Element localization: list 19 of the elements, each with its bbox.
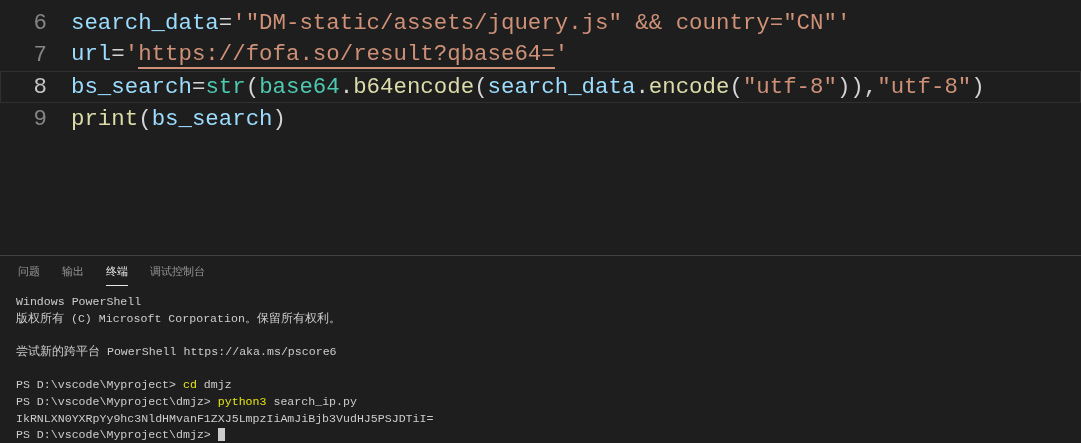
code-text: print(bs_search) [71,106,286,132]
code-text: search_data='"DM-static/assets/jquery.js" && country="CN"' [71,10,851,36]
panel-tab[interactable]: 问题 [18,263,40,286]
terminal-line: PS D:\vscode\Myproject\dmjz> [16,428,212,442]
line-number: 9 [32,106,48,132]
line-number: 6 [32,10,48,36]
panel-tab[interactable]: 输出 [62,263,84,286]
panel-tab[interactable]: 调试控制台 [150,263,205,286]
terminal-line: 版权所有 (C) Microsoft Corporation。保留所有权利。 [16,311,341,327]
line-number: 7 [32,42,48,68]
terminal-line: PS D:\vscode\Myproject\dmjz> python3 search_ip.py [16,395,357,408]
code-text: bs_search=str(base64.b64encode(search_data.encode("utf-8")),"utf-8") [71,74,985,100]
terminal-line: 尝试新的跨平台 PowerShell https://aka.ms/pscore6 [16,344,337,360]
terminal-line: Windows PowerShell [16,295,142,309]
terminal-line: IkRNLXN0YXRpYy9hc3NldHMvanF1ZXJ5LmpzIiAmJiBjb3VudHJ5PSJDTiI= [16,411,434,425]
code-text: url='https://fofa.so/result?qbase64=' [71,41,569,69]
terminal-line: PS D:\vscode\Myproject> cd dmjz [16,378,232,392]
line-number: 8 [32,74,48,100]
panel-tab[interactable]: 终端 [106,263,128,286]
